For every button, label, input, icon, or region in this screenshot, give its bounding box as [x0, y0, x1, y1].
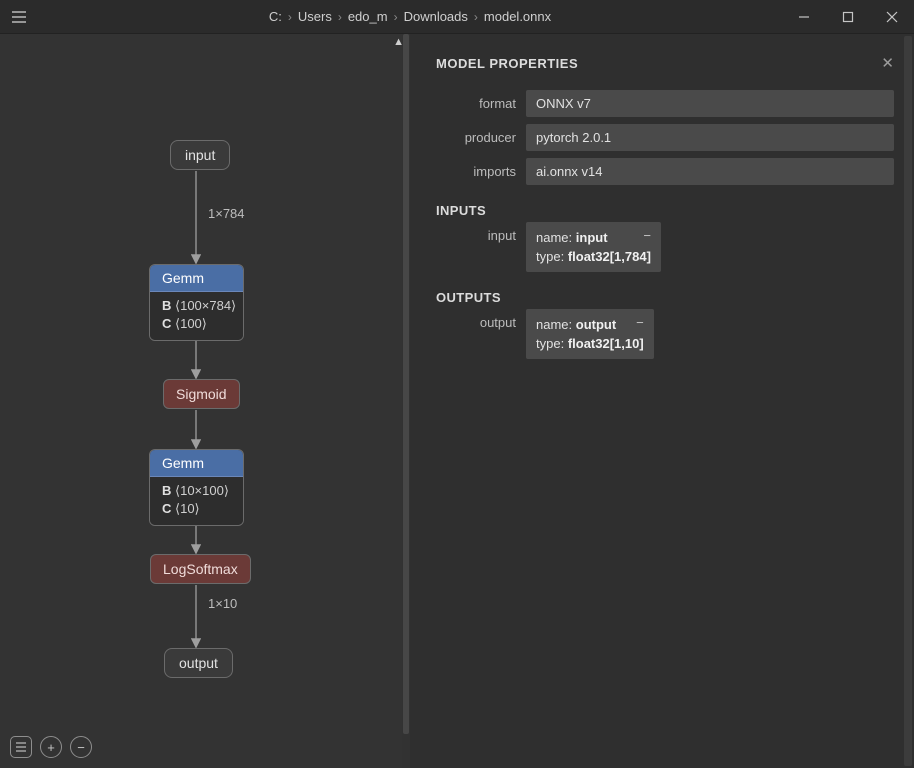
edge-label: 1×784 [208, 206, 245, 221]
prop-format: format ONNX v7 [430, 90, 894, 117]
prop-value[interactable]: ai.onnx v14 [526, 158, 894, 185]
breadcrumb-part[interactable]: model.onnx [484, 9, 551, 24]
maximize-button[interactable] [826, 0, 870, 34]
io-box[interactable]: − name: input type: float32[1,784] [526, 222, 661, 272]
titlebar: C: › Users › edo_m › Downloads › model.onnx [0, 0, 914, 34]
minimize-button[interactable] [782, 0, 826, 34]
graph-toolbar: + − [10, 736, 92, 758]
chevron-right-icon: › [474, 10, 478, 24]
collapse-icon[interactable]: − [636, 315, 644, 330]
app-window: C:› Users› edo_m› Downloads› model.onnx … [0, 0, 914, 768]
breadcrumb: C: › Users › edo_m › Downloads › model.onnx [38, 9, 782, 24]
node-title: Gemm [150, 450, 243, 477]
node-label: input [185, 147, 215, 163]
breadcrumb-part[interactable]: edo_m [348, 9, 388, 24]
breadcrumb-part[interactable]: Users [298, 9, 332, 24]
list-icon[interactable] [10, 736, 32, 758]
node-title: Gemm [150, 265, 243, 292]
node-label: output [179, 655, 218, 671]
section-inputs: INPUTS [436, 203, 894, 218]
prop-label: format [430, 90, 526, 117]
panel-scrollbar[interactable] [904, 36, 912, 766]
input-row: input − name: input type: float32[1,784] [430, 222, 894, 272]
node-label: LogSoftmax [163, 561, 238, 577]
chevron-right-icon: › [338, 10, 342, 24]
breadcrumb-part[interactable]: C: [269, 9, 282, 24]
io-label: input [430, 222, 526, 272]
collapse-icon[interactable]: − [643, 228, 651, 243]
close-button[interactable] [870, 0, 914, 34]
io-box[interactable]: − name: output type: float32[1,10] [526, 309, 654, 359]
io-label: output [430, 309, 526, 359]
properties-panel: MODEL PROPERTIES ✕ format ONNX v7 produc… [410, 34, 914, 768]
prop-label: imports [430, 158, 526, 185]
chevron-right-icon: › [394, 10, 398, 24]
graph-input-node[interactable]: input [170, 140, 230, 170]
node-label: Sigmoid [176, 386, 227, 402]
chevron-right-icon: › [288, 10, 292, 24]
node-params: B ⟨10×100⟩ C ⟨10⟩ [150, 477, 243, 525]
prop-label: producer [430, 124, 526, 151]
close-icon[interactable]: ✕ [881, 54, 894, 72]
content: ▲ input 1×784 Gemm B ⟨100×784⟩ [0, 34, 914, 768]
menu-icon[interactable] [0, 0, 38, 34]
zoom-in-button[interactable]: + [40, 736, 62, 758]
prop-imports: imports ai.onnx v14 [430, 158, 894, 185]
edge-label: 1×10 [208, 596, 237, 611]
zoom-out-button[interactable]: − [70, 736, 92, 758]
prop-value[interactable]: pytorch 2.0.1 [526, 124, 894, 151]
breadcrumb-part[interactable]: Downloads [404, 9, 468, 24]
section-outputs: OUTPUTS [436, 290, 894, 305]
window-controls [782, 0, 914, 34]
gemm-node-2[interactable]: Gemm B ⟨10×100⟩ C ⟨10⟩ [149, 449, 244, 526]
gemm-node-1[interactable]: Gemm B ⟨100×784⟩ C ⟨100⟩ [149, 264, 244, 341]
graph-output-node[interactable]: output [164, 648, 233, 678]
prop-value[interactable]: ONNX v7 [526, 90, 894, 117]
logsoftmax-node[interactable]: LogSoftmax [150, 554, 251, 584]
graph: input 1×784 Gemm B ⟨100×784⟩ C ⟨100⟩ Sig… [0, 34, 410, 768]
scrollbar-thumb[interactable] [904, 36, 912, 766]
prop-producer: producer pytorch 2.0.1 [430, 124, 894, 151]
node-params: B ⟨100×784⟩ C ⟨100⟩ [150, 292, 243, 340]
panel-title: MODEL PROPERTIES [436, 56, 578, 71]
output-row: output − name: output type: float32[1,10… [430, 309, 894, 359]
sigmoid-node[interactable]: Sigmoid [163, 379, 240, 409]
graph-pane[interactable]: ▲ input 1×784 Gemm B ⟨100×784⟩ [0, 34, 410, 768]
